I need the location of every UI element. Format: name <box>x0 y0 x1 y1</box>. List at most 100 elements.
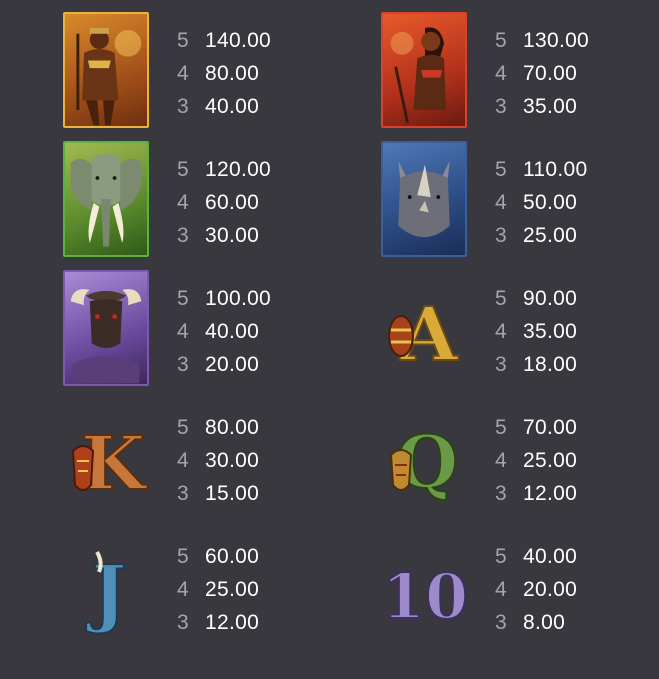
match-count: 3 <box>495 481 507 505</box>
payout-list: 5 130.00 4 70.00 3 35.00 <box>495 24 589 123</box>
payout-amount: 130.00 <box>523 28 590 52</box>
match-count: 3 <box>177 94 189 118</box>
paytable-entry-hunter: 5 140.00 4 80.00 3 40.00 <box>63 12 363 130</box>
payout-row: 5 40.00 <box>495 540 577 573</box>
payout-list: 5 110.00 4 50.00 3 25.00 <box>495 153 587 252</box>
payout-amount: 25.00 <box>523 223 578 247</box>
match-count: 5 <box>177 157 189 181</box>
match-count: 4 <box>177 190 189 214</box>
payout-row: 5 120.00 <box>177 153 271 186</box>
payout-row: 3 30.00 <box>177 219 271 252</box>
svg-text:10: 10 <box>382 560 467 633</box>
svg-text:J: J <box>85 550 126 636</box>
payout-row: 3 40.00 <box>177 90 271 123</box>
match-count: 5 <box>495 544 507 568</box>
payout-amount: 15.00 <box>205 481 260 505</box>
match-count: 5 <box>177 415 189 439</box>
payout-amount: 20.00 <box>205 352 260 376</box>
payout-row: 5 130.00 <box>495 24 589 57</box>
match-count: 5 <box>495 157 507 181</box>
payout-amount: 50.00 <box>523 190 578 214</box>
paytable-entry-letter-k: K 5 80.00 4 30.00 3 15.00 <box>63 399 363 517</box>
payout-amount: 40.00 <box>205 94 260 118</box>
match-count: 3 <box>495 223 507 247</box>
match-count: 5 <box>177 286 189 310</box>
number-10-symbol-icon: 10 <box>381 528 467 644</box>
paytable-entry-rhino: 5 110.00 4 50.00 3 25.00 <box>381 141 659 259</box>
match-count: 3 <box>495 610 507 634</box>
paytable-entry-number-10: 10 5 40.00 4 20.00 3 8.00 <box>381 528 659 646</box>
match-count: 5 <box>495 28 507 52</box>
match-count: 3 <box>177 610 189 634</box>
match-count: 5 <box>177 28 189 52</box>
paytable-entry-letter-q: Q 5 70.00 4 25.00 3 12.00 <box>381 399 659 517</box>
payout-row: 5 60.00 <box>177 540 259 573</box>
paytable-entry-buffalo: 5 100.00 4 40.00 3 20.00 <box>63 270 363 388</box>
payout-row: 4 30.00 <box>177 444 259 477</box>
payout-row: 3 35.00 <box>495 90 589 123</box>
payout-amount: 60.00 <box>205 544 260 568</box>
payout-row: 4 25.00 <box>495 444 577 477</box>
payout-amount: 30.00 <box>205 223 260 247</box>
match-count: 3 <box>177 223 189 247</box>
payout-row: 3 20.00 <box>177 348 271 381</box>
payout-amount: 18.00 <box>523 352 578 376</box>
letter-a-symbol-icon: A <box>381 270 467 386</box>
payout-amount: 35.00 <box>523 319 578 343</box>
payout-row: 4 40.00 <box>177 315 271 348</box>
payout-row: 4 80.00 <box>177 57 271 90</box>
match-count: 5 <box>495 415 507 439</box>
letter-k-symbol-icon: K <box>63 399 149 515</box>
match-count: 4 <box>495 319 507 343</box>
payout-row: 5 100.00 <box>177 282 271 315</box>
payout-list: 5 90.00 4 35.00 3 18.00 <box>495 282 577 381</box>
payout-amount: 140.00 <box>205 28 272 52</box>
match-count: 5 <box>495 286 507 310</box>
payout-amount: 12.00 <box>205 610 260 634</box>
payout-row: 5 110.00 <box>495 153 587 186</box>
payout-row: 3 18.00 <box>495 348 577 381</box>
payout-row: 4 70.00 <box>495 57 589 90</box>
elephant-symbol-icon <box>63 141 149 257</box>
paytable-entry-letter-a: A 5 90.00 4 35.00 3 18.00 <box>381 270 659 388</box>
payout-row: 4 25.00 <box>177 573 259 606</box>
payout-row: 3 8.00 <box>495 606 577 639</box>
match-count: 4 <box>495 61 507 85</box>
paytable-entry-warrior-woman: 5 130.00 4 70.00 3 35.00 <box>381 12 659 130</box>
payout-row: 3 12.00 <box>495 477 577 510</box>
payout-list: 5 80.00 4 30.00 3 15.00 <box>177 411 259 510</box>
letter-j-symbol-icon: J <box>63 528 149 644</box>
match-count: 4 <box>495 190 507 214</box>
payout-list: 5 140.00 4 80.00 3 40.00 <box>177 24 271 123</box>
payout-amount: 20.00 <box>523 577 578 601</box>
payout-list: 5 120.00 4 60.00 3 30.00 <box>177 153 271 252</box>
payout-row: 5 140.00 <box>177 24 271 57</box>
payout-amount: 25.00 <box>523 448 578 472</box>
payout-row: 4 20.00 <box>495 573 577 606</box>
payout-amount: 80.00 <box>205 61 260 85</box>
payout-list: 5 100.00 4 40.00 3 20.00 <box>177 282 271 381</box>
match-count: 4 <box>495 448 507 472</box>
payout-row: 4 60.00 <box>177 186 271 219</box>
match-count: 4 <box>177 319 189 343</box>
letter-q-symbol-icon: Q <box>381 399 467 515</box>
match-count: 5 <box>177 544 189 568</box>
payout-amount: 120.00 <box>205 157 272 181</box>
payout-row: 5 80.00 <box>177 411 259 444</box>
match-count: 3 <box>177 481 189 505</box>
buffalo-symbol-icon <box>63 270 149 386</box>
payout-amount: 12.00 <box>523 481 578 505</box>
paytable-entry-elephant: 5 120.00 4 60.00 3 30.00 <box>63 141 363 259</box>
payout-amount: 35.00 <box>523 94 578 118</box>
payout-amount: 40.00 <box>205 319 260 343</box>
match-count: 4 <box>177 61 189 85</box>
payout-amount: 90.00 <box>523 286 578 310</box>
payout-amount: 40.00 <box>523 544 578 568</box>
payout-row: 5 90.00 <box>495 282 577 315</box>
payout-row: 3 12.00 <box>177 606 259 639</box>
match-count: 3 <box>495 94 507 118</box>
payout-row: 5 70.00 <box>495 411 577 444</box>
warrior-woman-symbol-icon <box>381 12 467 128</box>
payout-amount: 30.00 <box>205 448 260 472</box>
payout-row: 3 15.00 <box>177 477 259 510</box>
